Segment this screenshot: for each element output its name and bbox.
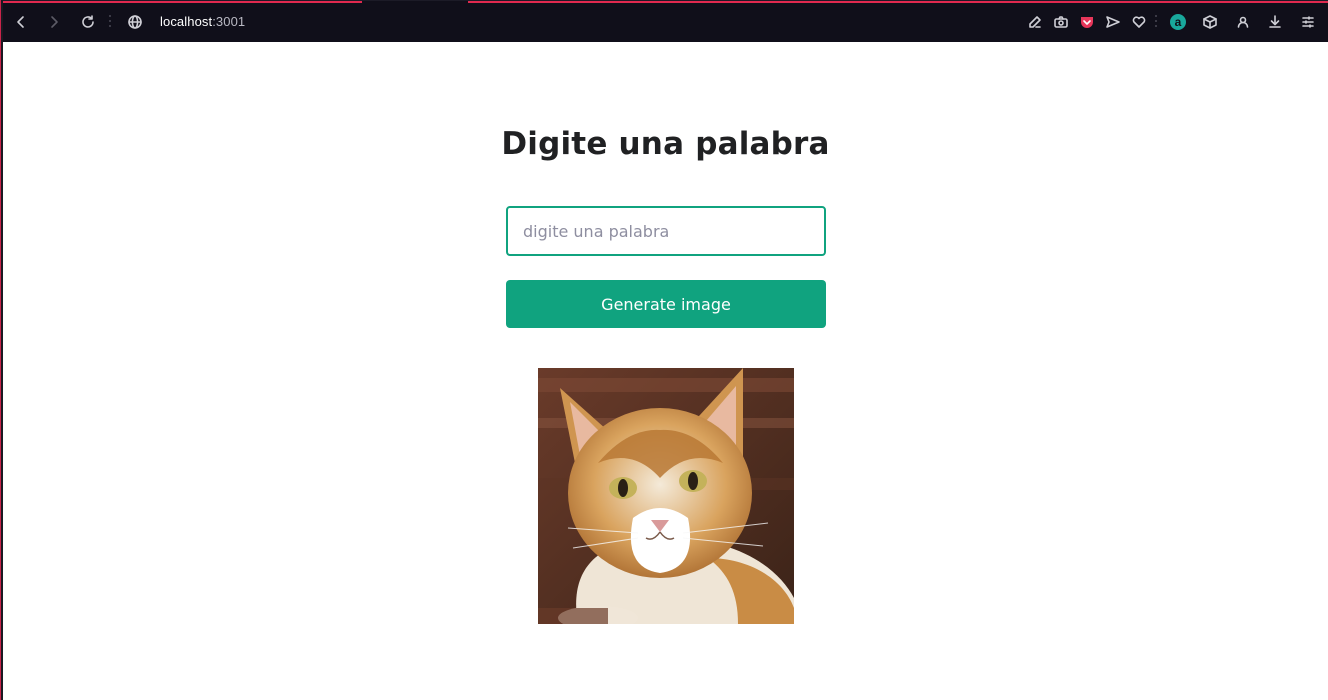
reload-icon[interactable]: [78, 12, 98, 32]
globe-icon[interactable]: [125, 12, 145, 32]
window-left-accent: [0, 0, 1, 700]
page-content: Digite una palabra Generate image: [3, 42, 1328, 700]
address-bar[interactable]: localhost:3001: [160, 14, 245, 29]
forward-icon[interactable]: [44, 12, 64, 32]
word-input[interactable]: [506, 206, 826, 256]
camera-icon[interactable]: [1051, 12, 1071, 32]
download-icon[interactable]: [1265, 12, 1285, 32]
url-port: :3001: [212, 14, 246, 29]
toolbar-separator-2: [1155, 15, 1157, 29]
toolbar-separator: [109, 15, 111, 29]
tab-accent-left: [0, 1, 362, 3]
menu-icon[interactable]: [1298, 12, 1318, 32]
send-icon[interactable]: [1103, 12, 1123, 32]
tab-accent-right: [468, 1, 1328, 3]
profile-icon[interactable]: [1233, 12, 1253, 32]
generated-image: [538, 368, 794, 624]
generate-image-button[interactable]: Generate image: [506, 280, 826, 328]
cube-icon[interactable]: [1200, 12, 1220, 32]
account-icon[interactable]: a: [1170, 14, 1186, 30]
back-icon[interactable]: [11, 12, 31, 32]
cat-image: [538, 368, 794, 624]
edit-icon[interactable]: [1025, 12, 1045, 32]
url-host: localhost: [160, 14, 213, 29]
heart-icon[interactable]: [1129, 12, 1149, 32]
browser-toolbar: localhost:3001 a: [0, 0, 1328, 42]
pocket-icon[interactable]: [1077, 12, 1097, 32]
page-title: Digite una palabra: [501, 126, 830, 162]
